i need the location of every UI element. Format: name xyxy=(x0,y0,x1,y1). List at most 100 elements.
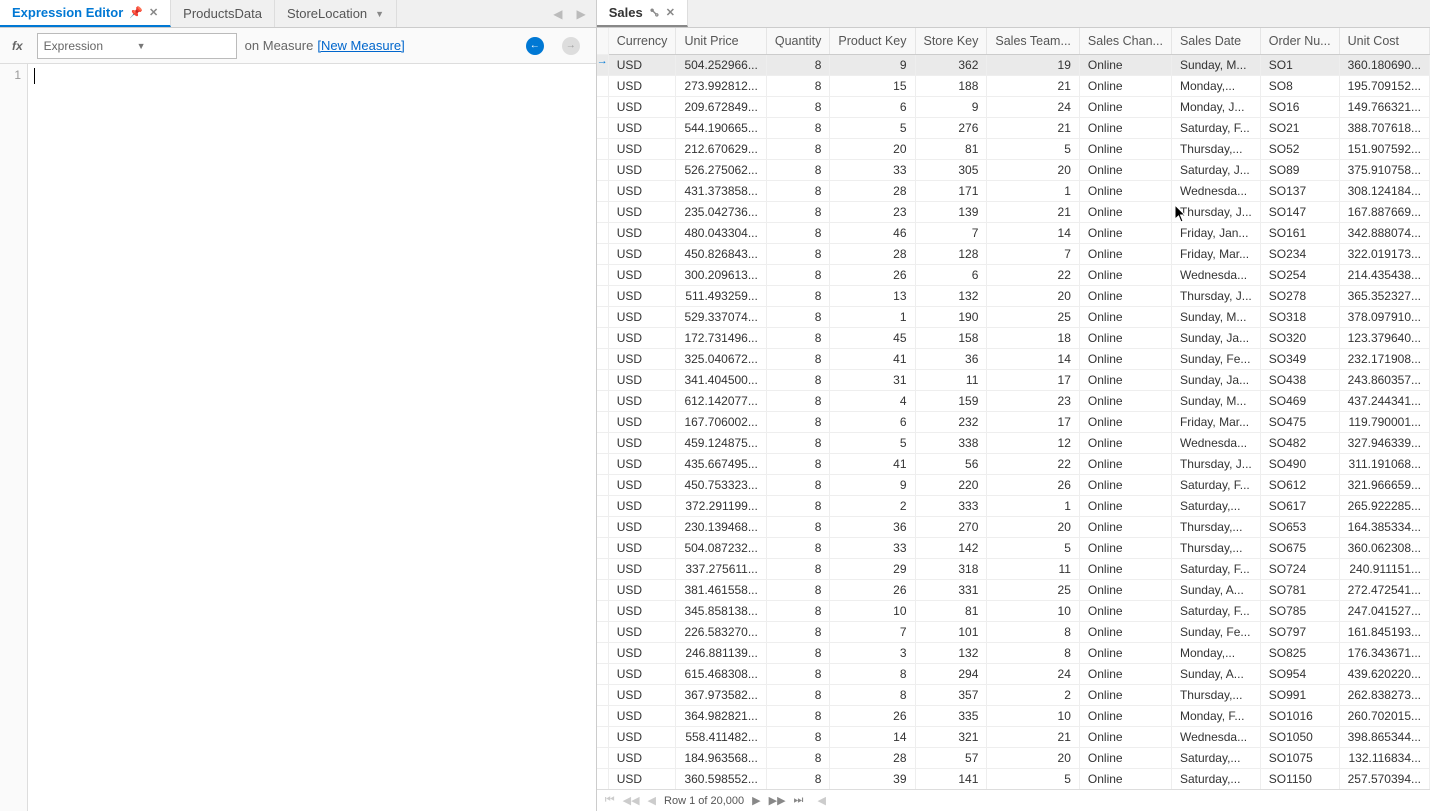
cell-sales_team[interactable]: 20 xyxy=(987,748,1080,769)
cell-order_num[interactable]: SO234 xyxy=(1260,244,1339,265)
pin-icon[interactable]: ⊷ xyxy=(646,4,663,21)
cell-product_key[interactable]: 15 xyxy=(830,76,915,97)
cell-quantity[interactable]: 8 xyxy=(766,412,830,433)
cell-unit_cost[interactable]: 132.116834... xyxy=(1339,748,1429,769)
cell-sales_chan[interactable]: Online xyxy=(1079,244,1171,265)
column-header[interactable]: Unit Price xyxy=(676,28,766,55)
cell-product_key[interactable]: 6 xyxy=(830,412,915,433)
nav-back-button[interactable]: ← xyxy=(526,37,544,55)
cell-unit_cost[interactable]: 265.922285... xyxy=(1339,496,1429,517)
cell-quantity[interactable]: 8 xyxy=(766,349,830,370)
cell-unit_cost[interactable]: 176.343671... xyxy=(1339,643,1429,664)
cell-currency[interactable]: USD xyxy=(608,727,676,748)
cell-quantity[interactable]: 8 xyxy=(766,664,830,685)
cell-quantity[interactable]: 8 xyxy=(766,643,830,664)
cell-unit_price[interactable]: 511.493259... xyxy=(676,286,766,307)
cell-currency[interactable]: USD xyxy=(608,55,676,76)
cell-quantity[interactable]: 8 xyxy=(766,454,830,475)
cell-currency[interactable]: USD xyxy=(608,265,676,286)
cell-order_num[interactable]: SO785 xyxy=(1260,601,1339,622)
cell-store_key[interactable]: 357 xyxy=(915,685,987,706)
cell-currency[interactable]: USD xyxy=(608,223,676,244)
cell-sales_date[interactable]: Saturday,... xyxy=(1171,748,1260,769)
cell-unit_price[interactable]: 360.598552... xyxy=(676,769,766,790)
cell-order_num[interactable]: SO278 xyxy=(1260,286,1339,307)
cell-unit_price[interactable]: 381.461558... xyxy=(676,580,766,601)
cell-sales_team[interactable]: 14 xyxy=(987,223,1080,244)
table-row[interactable]: USD337.275611...82931811OnlineSaturday, … xyxy=(597,559,1430,580)
cell-sales_chan[interactable]: Online xyxy=(1079,580,1171,601)
cell-product_key[interactable]: 3 xyxy=(830,643,915,664)
cell-order_num[interactable]: SO617 xyxy=(1260,496,1339,517)
column-header[interactable]: Product Key xyxy=(830,28,915,55)
cell-unit_price[interactable]: 273.992812... xyxy=(676,76,766,97)
cell-quantity[interactable]: 8 xyxy=(766,265,830,286)
table-row[interactable]: USD450.826843...8281287OnlineFriday, Mar… xyxy=(597,244,1430,265)
cell-currency[interactable]: USD xyxy=(608,748,676,769)
cell-sales_team[interactable]: 17 xyxy=(987,370,1080,391)
cell-sales_date[interactable]: Monday,... xyxy=(1171,76,1260,97)
cell-sales_chan[interactable]: Online xyxy=(1079,265,1171,286)
cell-sales_chan[interactable]: Online xyxy=(1079,685,1171,706)
cell-store_key[interactable]: 159 xyxy=(915,391,987,412)
cell-currency[interactable]: USD xyxy=(608,139,676,160)
table-row[interactable]: USD360.598552...8391415OnlineSaturday,..… xyxy=(597,769,1430,790)
pager-next-page-icon[interactable]: ▶▶ xyxy=(769,794,786,807)
column-header[interactable]: Sales Team... xyxy=(987,28,1080,55)
cell-currency[interactable]: USD xyxy=(608,601,676,622)
cell-store_key[interactable]: 318 xyxy=(915,559,987,580)
cell-currency[interactable]: USD xyxy=(608,391,676,412)
cell-product_key[interactable]: 31 xyxy=(830,370,915,391)
cell-sales_date[interactable]: Monday, F... xyxy=(1171,706,1260,727)
table-row[interactable]: →USD504.252966...8936219OnlineSunday, M.… xyxy=(597,55,1430,76)
cell-quantity[interactable]: 8 xyxy=(766,139,830,160)
cell-order_num[interactable]: SO1016 xyxy=(1260,706,1339,727)
cell-sales_date[interactable]: Wednesda... xyxy=(1171,181,1260,202)
cell-sales_chan[interactable]: Online xyxy=(1079,475,1171,496)
table-row[interactable]: USD209.672849...86924OnlineMonday, J...S… xyxy=(597,97,1430,118)
close-icon[interactable]: ✕ xyxy=(666,6,675,19)
pager-prev-icon[interactable]: ◀ xyxy=(648,794,656,807)
cell-unit_cost[interactable]: 388.707618... xyxy=(1339,118,1429,139)
cell-sales_chan[interactable]: Online xyxy=(1079,139,1171,160)
cell-store_key[interactable]: 101 xyxy=(915,622,987,643)
cell-quantity[interactable]: 8 xyxy=(766,223,830,244)
cell-sales_team[interactable]: 21 xyxy=(987,76,1080,97)
cell-currency[interactable]: USD xyxy=(608,496,676,517)
cell-product_key[interactable]: 8 xyxy=(830,685,915,706)
cell-product_key[interactable]: 14 xyxy=(830,727,915,748)
table-row[interactable]: USD172.731496...84515818OnlineSunday, Ja… xyxy=(597,328,1430,349)
cell-currency[interactable]: USD xyxy=(608,664,676,685)
chevron-down-icon[interactable]: ▼ xyxy=(137,41,230,51)
cell-store_key[interactable]: 305 xyxy=(915,160,987,181)
cell-currency[interactable]: USD xyxy=(608,706,676,727)
cell-store_key[interactable]: 321 xyxy=(915,727,987,748)
close-icon[interactable]: ✕ xyxy=(149,6,158,19)
cell-store_key[interactable]: 333 xyxy=(915,496,987,517)
cell-currency[interactable]: USD xyxy=(608,580,676,601)
cell-sales_date[interactable]: Saturday, F... xyxy=(1171,559,1260,580)
cell-quantity[interactable]: 8 xyxy=(766,433,830,454)
cell-product_key[interactable]: 8 xyxy=(830,664,915,685)
cell-sales_date[interactable]: Wednesda... xyxy=(1171,265,1260,286)
cell-sales_team[interactable]: 21 xyxy=(987,202,1080,223)
cell-sales_date[interactable]: Saturday, F... xyxy=(1171,601,1260,622)
cell-unit_cost[interactable]: 195.709152... xyxy=(1339,76,1429,97)
cell-product_key[interactable]: 39 xyxy=(830,769,915,790)
cell-sales_chan[interactable]: Online xyxy=(1079,517,1171,538)
cell-store_key[interactable]: 171 xyxy=(915,181,987,202)
cell-store_key[interactable]: 36 xyxy=(915,349,987,370)
tab-next-icon[interactable]: ▶ xyxy=(576,7,585,21)
chevron-down-icon[interactable]: ▼ xyxy=(375,9,384,19)
cell-unit_price[interactable]: 212.670629... xyxy=(676,139,766,160)
code-area[interactable] xyxy=(28,64,596,811)
cell-sales_date[interactable]: Friday, Jan... xyxy=(1171,223,1260,244)
cell-order_num[interactable]: SO1150 xyxy=(1260,769,1339,790)
cell-sales_date[interactable]: Friday, Mar... xyxy=(1171,412,1260,433)
cell-product_key[interactable]: 1 xyxy=(830,307,915,328)
cell-sales_team[interactable]: 25 xyxy=(987,307,1080,328)
cell-product_key[interactable]: 6 xyxy=(830,97,915,118)
table-row[interactable]: USD325.040672...8413614OnlineSunday, Fe.… xyxy=(597,349,1430,370)
tab-prev-icon[interactable]: ◀ xyxy=(553,7,562,21)
cell-sales_team[interactable]: 12 xyxy=(987,433,1080,454)
